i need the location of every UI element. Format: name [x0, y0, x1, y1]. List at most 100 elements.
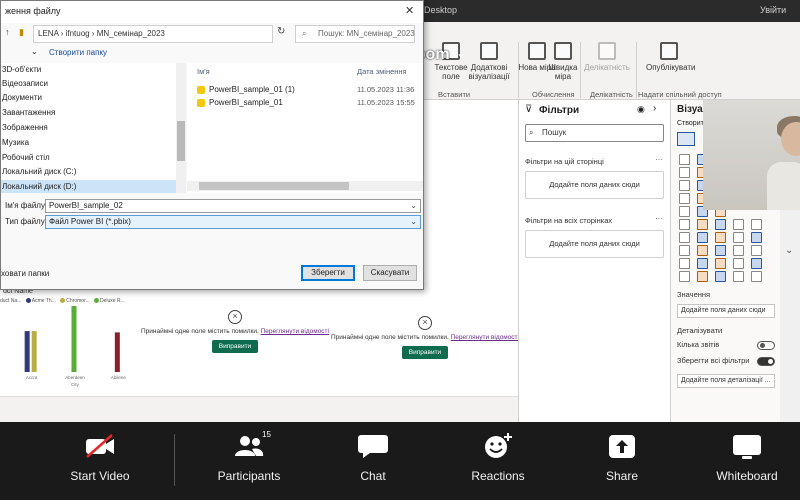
- nav-item-drive-c[interactable]: Локальний диск (C:): [1, 165, 177, 179]
- filters-title: Фільтри: [539, 105, 580, 116]
- visual-type-icon[interactable]: [697, 219, 708, 230]
- bar-chart-visual[interactable]: uct Name duct Na... Acme Th... Chromor..…: [0, 286, 146, 398]
- error-link-2[interactable]: Переглянути відомості: [451, 334, 519, 341]
- values-drop-zone[interactable]: Додайте поля даних сюди: [677, 304, 775, 318]
- visual-type-icon[interactable]: [751, 271, 762, 282]
- nav-scroll-thumb[interactable]: [177, 121, 185, 161]
- whiteboard-button[interactable]: Whiteboard: [692, 432, 800, 483]
- bar-accra-0[interactable]: [24, 331, 30, 372]
- visual-type-icon[interactable]: [733, 258, 744, 269]
- publish-button[interactable]: Опублікувати: [646, 42, 695, 92]
- nav-item-3d[interactable]: 3D-об'єкти: [1, 63, 177, 77]
- visual-type-icon[interactable]: [697, 245, 708, 256]
- participants-button[interactable]: Participants: [194, 432, 304, 483]
- visual-type-icon[interactable]: [733, 232, 744, 243]
- file-list-hscrollbar[interactable]: [187, 181, 423, 191]
- address-bar[interactable]: LENA › ifntuog › MN_семінар_2023: [33, 25, 273, 43]
- chevron-down-icon[interactable]: ⌄: [31, 47, 38, 56]
- file-row[interactable]: PowerBI_sample_01 11.05.2023 15:55: [197, 96, 419, 109]
- collapse-pane-icon[interactable]: ›: [653, 103, 656, 114]
- close-icon[interactable]: ✕: [405, 4, 414, 17]
- cancel-button[interactable]: Скасувати: [363, 265, 417, 281]
- more-visuals-button[interactable]: Додаткові візуалізації: [466, 42, 512, 92]
- hide-folders-toggle[interactable]: ховати папки: [1, 269, 49, 278]
- visual-type-icon[interactable]: [697, 232, 708, 243]
- x-axis-label: City: [71, 382, 79, 387]
- save-button[interactable]: Зберегти: [301, 265, 355, 281]
- more-options-icon[interactable]: ···: [655, 155, 663, 164]
- share-button[interactable]: Share: [567, 432, 677, 483]
- visual-type-icon[interactable]: [715, 232, 726, 243]
- hscroll-thumb[interactable]: [199, 182, 349, 190]
- nav-item-documents[interactable]: Документи: [1, 91, 177, 105]
- visual-type-icon[interactable]: [679, 154, 690, 165]
- column-name[interactable]: Ім'я: [197, 67, 210, 76]
- visual-type-icon[interactable]: [679, 258, 690, 269]
- visual-type-icon[interactable]: [697, 271, 708, 282]
- visual-type-icon[interactable]: [679, 206, 690, 217]
- bar-abilene-3[interactable]: [114, 332, 120, 372]
- visual-type-icon[interactable]: [679, 193, 690, 204]
- nav-scrollbar[interactable]: [176, 63, 186, 193]
- table-visual-icon[interactable]: [677, 132, 695, 146]
- column-date[interactable]: Дата змінення: [357, 67, 407, 76]
- nav-item-videos[interactable]: Відеозаписи: [1, 77, 177, 91]
- start-video-button[interactable]: Start Video: [45, 432, 155, 483]
- chevron-down-icon[interactable]: ⌄: [785, 245, 793, 256]
- visual-type-icon[interactable]: [715, 258, 726, 269]
- eye-icon[interactable]: ◉: [637, 104, 645, 115]
- file-row[interactable]: PowerBI_sample_01 (1) 11.05.2023 11:36: [197, 83, 419, 96]
- visual-type-icon[interactable]: [751, 245, 762, 256]
- visual-type-icon[interactable]: [679, 167, 690, 178]
- nav-item-drive-d[interactable]: Локальний диск (D:): [1, 180, 177, 193]
- up-arrow-icon[interactable]: ↑: [5, 27, 10, 37]
- new-folder-button[interactable]: Створити папку: [49, 48, 107, 57]
- page-filter-drop-zone[interactable]: Додайте поля даних сюди: [525, 171, 664, 199]
- chevron-down-icon[interactable]: ⌄: [410, 200, 417, 212]
- nav-item-pictures[interactable]: Зображення: [1, 121, 177, 135]
- visual-type-icon[interactable]: [733, 271, 744, 282]
- visual-type-icon[interactable]: [697, 258, 708, 269]
- cross-report-toggle[interactable]: [757, 341, 775, 350]
- visual-type-icon[interactable]: [715, 271, 726, 282]
- all-pages-filter-drop-zone[interactable]: Додайте поля даних сюди: [525, 230, 664, 258]
- visual-type-icon[interactable]: [679, 180, 690, 191]
- x-tick-label: Accra: [26, 375, 38, 380]
- chat-button[interactable]: Chat: [318, 432, 428, 483]
- nav-item-desktop[interactable]: Робочий стіл: [1, 151, 177, 165]
- nav-item-music[interactable]: Музика: [1, 136, 177, 150]
- chevron-down-icon[interactable]: ⌄: [456, 46, 466, 60]
- visual-type-icon[interactable]: [679, 232, 690, 243]
- chevron-down-icon[interactable]: ⌄: [410, 216, 417, 228]
- filetype-select[interactable]: Файл Power BI (*.pbix) ⌄: [45, 215, 421, 229]
- sign-in-link[interactable]: Увійти: [760, 5, 786, 15]
- reactions-button[interactable]: Reactions: [443, 432, 553, 483]
- sensitivity-button[interactable]: Делікатність: [584, 42, 630, 92]
- visual-type-icon[interactable]: [751, 258, 762, 269]
- visual-type-icon[interactable]: [715, 245, 726, 256]
- bar-aberdeen-2[interactable]: [71, 306, 77, 372]
- fix-button-2[interactable]: Виправити: [401, 346, 449, 359]
- error-visual-1[interactable]: × Принаймні одне поле містить помилки. П…: [140, 310, 330, 370]
- error-link-1[interactable]: Переглянути відомості: [261, 328, 329, 335]
- error-visual-2[interactable]: × Принаймні одне поле містить помилки. П…: [330, 316, 520, 376]
- visual-type-icon[interactable]: [733, 219, 744, 230]
- bar-accra-1[interactable]: [31, 331, 37, 372]
- filters-search-input[interactable]: ⌕ Пошук: [525, 124, 664, 142]
- file-name: PowerBI_sample_01: [209, 98, 283, 107]
- dialog-search-input[interactable]: ⌕ Пошук: MN_семінар_2023: [295, 25, 415, 43]
- filename-input[interactable]: PowerBI_sample_02 ⌄: [45, 199, 421, 213]
- visual-type-icon[interactable]: [733, 245, 744, 256]
- fix-button-1[interactable]: Виправити: [211, 340, 259, 353]
- visual-type-icon[interactable]: [679, 245, 690, 256]
- visual-type-icon[interactable]: [679, 271, 690, 282]
- visual-type-icon[interactable]: [679, 219, 690, 230]
- keep-filters-toggle[interactable]: [757, 357, 775, 366]
- visual-type-icon[interactable]: [751, 232, 762, 243]
- nav-item-downloads[interactable]: Завантаження: [1, 106, 177, 120]
- visual-type-icon[interactable]: [751, 219, 762, 230]
- refresh-icon[interactable]: ↻: [277, 26, 285, 37]
- drillthrough-drop-zone[interactable]: Додайте поля деталізації ...: [677, 374, 775, 388]
- more-options-icon[interactable]: ···: [655, 214, 663, 223]
- visual-type-icon[interactable]: [715, 219, 726, 230]
